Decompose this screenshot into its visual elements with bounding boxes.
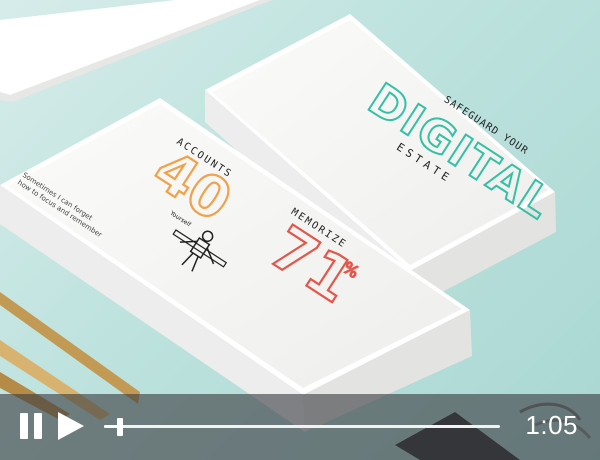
video-frame: SAFEGUARD YOUR DIGITAL ESTATE Sometimes … — [0, 0, 592, 460]
seek-track[interactable] — [104, 425, 500, 428]
seek-bar[interactable] — [104, 418, 500, 436]
time-remaining: 1:05 — [525, 410, 578, 440]
play-icon — [58, 412, 84, 440]
player-controls: 1:05 — [0, 394, 600, 460]
play-button[interactable] — [50, 406, 90, 446]
video-player[interactable]: SAFEGUARD YOUR DIGITAL ESTATE Sometimes … — [0, 0, 600, 460]
pause-button[interactable] — [12, 406, 52, 446]
pause-icon — [20, 413, 42, 439]
seek-handle[interactable] — [116, 418, 123, 436]
